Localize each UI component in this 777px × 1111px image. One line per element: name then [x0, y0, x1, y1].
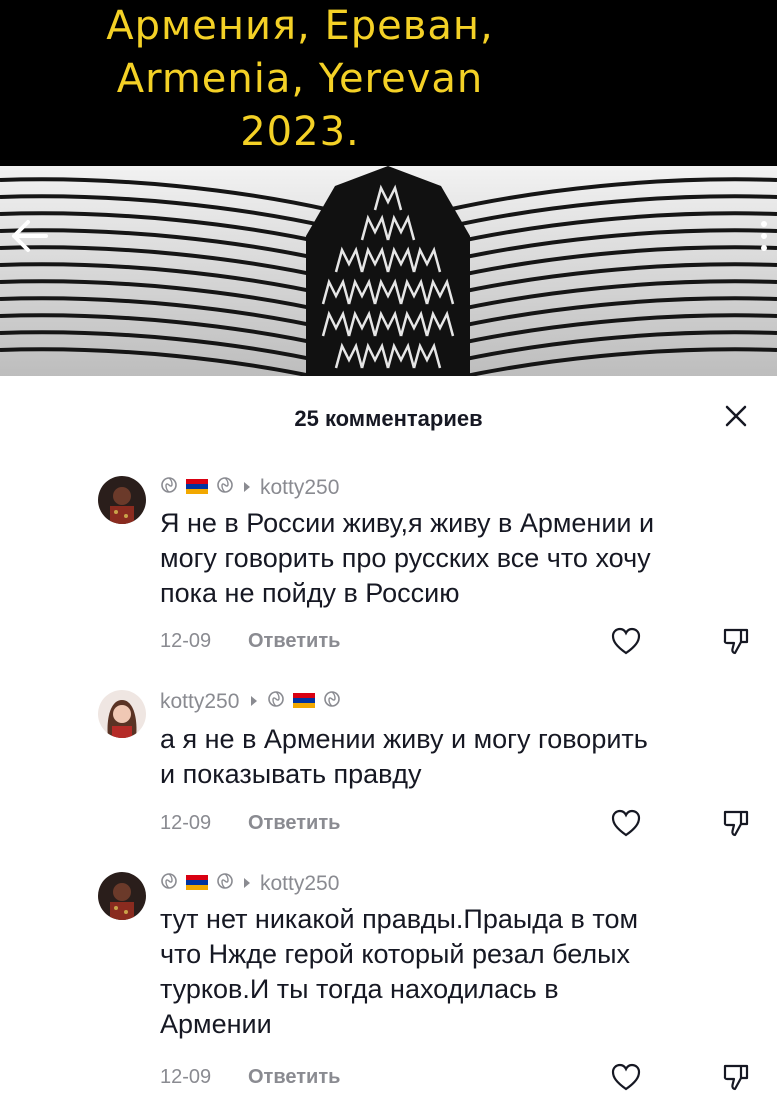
swirl-icon [216, 872, 234, 896]
reply-arrow-icon [242, 476, 252, 500]
video-preview[interactable]: Армения, Ереван, Armenia, Yerevan 2023. [0, 0, 777, 376]
reply-button[interactable]: Ответить [248, 1066, 340, 1089]
heart-icon[interactable] [610, 808, 642, 838]
reply-button[interactable]: Ответить [248, 630, 340, 653]
comment-line: что Нжде герой который резал белых [160, 939, 631, 969]
comment-meta: kotty250 [160, 474, 339, 502]
username[interactable]: kotty250 [160, 690, 239, 714]
avatar[interactable] [98, 476, 146, 524]
reply-to-username[interactable]: kotty250 [260, 476, 339, 500]
armenia-flag-icon [186, 872, 208, 896]
comment-line: могу говорить про русских все что хочу [160, 543, 651, 573]
comments-header: 25 комментариев [0, 390, 777, 446]
heart-icon[interactable] [610, 1062, 642, 1092]
reply-to-username[interactable]: kotty250 [260, 872, 339, 896]
comment-line: турков.И ты тогда находилась в [160, 974, 559, 1004]
close-icon[interactable] [714, 394, 758, 438]
comment-text: Я не в России живу,я живу в Армении и мо… [160, 506, 760, 611]
comment-meta: kotty250 [160, 870, 339, 898]
video-title-line-3: 2023. [240, 109, 360, 155]
back-arrow-icon[interactable] [6, 214, 52, 258]
armenia-flag-icon [186, 476, 208, 500]
swirl-icon [323, 690, 341, 714]
comment-text: тут нет никакой правды.Праыда в том что … [160, 902, 760, 1042]
dislike-icon[interactable] [722, 1062, 750, 1092]
comment-line: тут нет никакой правды.Праыда в том [160, 904, 639, 934]
avatar[interactable] [98, 690, 146, 738]
swirl-icon [267, 690, 285, 714]
dislike-icon[interactable] [722, 808, 750, 838]
comment-count: 25 комментариев [294, 406, 483, 431]
comment-text: а я не в Армении живу и могу говорить и … [160, 722, 760, 792]
heart-icon[interactable] [610, 626, 642, 656]
swirl-icon [160, 476, 178, 500]
reply-button[interactable]: Ответить [248, 812, 340, 835]
comment-date: 12-09 [160, 1066, 212, 1088]
video-title-line-1: Армения, Ереван, [106, 3, 494, 49]
comment-line: Армении [160, 1009, 272, 1039]
video-title-line-2: Armenia, Yerevan [116, 56, 484, 102]
swirl-icon [216, 476, 234, 500]
comment-line: а я не в Армении живу и могу говорить [160, 724, 648, 754]
comment-line: Я не в России живу,я живу в Армении и [160, 508, 655, 538]
comment-date: 12-09 [160, 630, 212, 652]
avatar[interactable] [98, 872, 146, 920]
armenia-flag-icon [293, 690, 316, 714]
dislike-icon[interactable] [722, 626, 750, 656]
video-title-overlay: Армения, Ереван, Armenia, Yerevan 2023. [0, 0, 600, 159]
swirl-icon [160, 872, 178, 896]
reply-arrow-icon [249, 690, 259, 714]
reply-arrow-icon [242, 872, 252, 896]
comment-meta: kotty250 [160, 688, 349, 716]
comment-line: и показывать правду [160, 759, 422, 789]
more-options-icon[interactable] [752, 214, 774, 258]
comment-line: пока не пойду в Россию [160, 578, 460, 608]
eagle-emblem-image [0, 166, 777, 376]
comment-date: 12-09 [160, 812, 212, 834]
